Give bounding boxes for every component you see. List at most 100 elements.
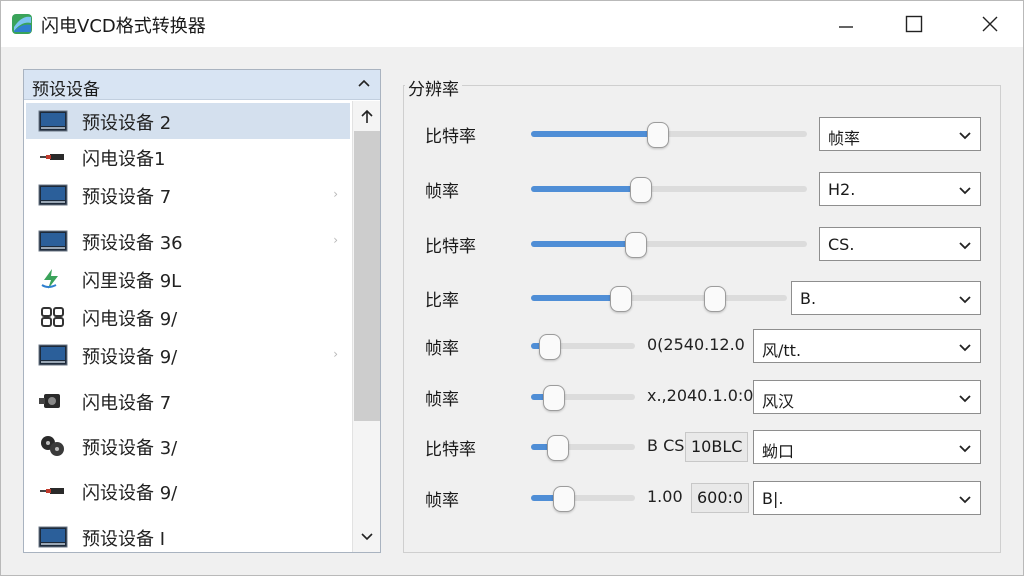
chevron-down-icon [958,183,972,202]
minimize-icon [839,26,853,28]
setting-dropdown[interactable]: B. [791,281,981,315]
slider-thumb[interactable] [538,334,561,360]
setting-dropdown[interactable]: CS. [819,227,981,261]
chevron-right-icon: › [333,187,338,201]
maximize-icon [905,15,923,33]
chevron-down-icon [958,128,972,147]
title-bar: 闪电VCD格式转换器 [1,1,1023,47]
list-item[interactable]: 闪里设备 9L [26,261,350,297]
list-item[interactable]: 闪设设备 9/ [26,473,350,509]
chevron-down-icon [361,533,373,541]
list-item-label: 闪电设备 9/ [82,309,178,330]
setting-value-box[interactable]: 10BLC [685,432,749,462]
list-item[interactable]: 闪电设备1 [26,139,350,175]
preset-list-title: 预设设备 [32,80,100,100]
setting-slider[interactable] [531,286,787,312]
setting-dropdown[interactable]: 蚴口 [753,430,981,464]
setting-label: 比率 [425,291,459,311]
arrow-up-icon [361,109,373,123]
dropdown-value: 风汉 [762,392,795,411]
setting-dropdown[interactable]: H2. [819,172,981,206]
list-item[interactable]: 闪电设备 7 [26,383,350,419]
setting-value-readout: 0(2540.12.0 [647,335,745,354]
cable-icon [38,479,68,503]
setting-slider[interactable] [531,334,635,360]
window-title: 闪电VCD格式转换器 [41,16,206,37]
list-item-label: 闪电设备 7 [82,393,172,414]
list-item-label: 闪电设备1 [82,149,166,170]
monitor-icon [38,183,68,207]
list-item[interactable]: 预设设备 2 [26,103,350,139]
slider-fill [531,241,636,247]
list-scrollbar[interactable] [352,101,380,552]
setting-label: 帧率 [425,390,459,410]
list-item-label: 预设设备 2 [82,113,172,134]
chevron-up-icon [358,79,370,87]
setting-label: 比特率 [425,127,476,147]
lightning-icon [38,267,68,291]
resolution-group-title: 分辨率 [405,75,462,100]
setting-dropdown[interactable]: 风汉 [753,380,981,414]
chevron-down-icon [958,340,972,359]
slider-thumb[interactable] [542,385,565,411]
slider-thumb[interactable] [624,232,647,258]
dropdown-value: B|. [762,489,784,508]
chevron-down-icon [958,238,972,257]
slider-thumb[interactable] [609,286,632,312]
setting-slider[interactable] [531,177,807,203]
minimize-button[interactable] [823,9,869,39]
close-button[interactable] [967,9,1013,39]
list-item-label: 预设设备 I [82,529,166,550]
chevron-down-icon [958,441,972,460]
setting-dropdown[interactable]: 帧率 [819,117,981,151]
list-item[interactable]: 预设设备 36 › [26,223,350,259]
dropdown-value: 帧率 [828,129,861,148]
scroll-down-button[interactable] [353,525,380,549]
list-item[interactable]: 闪电设备 9/ [26,299,350,335]
maximize-button[interactable] [891,9,937,39]
setting-value-readout: B CS [647,436,685,455]
reel-icon [38,434,68,458]
slider-fill [531,131,658,137]
setting-slider[interactable] [531,435,635,461]
slider-thumb[interactable] [630,177,653,203]
setting-dropdown[interactable]: 风/tt. [753,329,981,363]
list-item[interactable]: 预设设备 I [26,519,350,552]
setting-slider[interactable] [531,232,807,258]
list-item-label: 预设设备 36 [82,233,183,254]
close-icon [982,16,998,32]
setting-label: 比特率 [425,440,476,460]
scroll-up-button[interactable] [353,105,380,129]
chevron-down-icon [958,391,972,410]
list-item[interactable]: 预设设备 9/ › [26,337,350,373]
setting-slider[interactable] [531,385,635,411]
setting-dropdown[interactable]: B|. [753,481,981,515]
setting-label: 帧率 [425,182,459,202]
slider-thumb-secondary[interactable] [704,286,727,312]
slider-thumb[interactable] [553,486,576,512]
app-logo-icon [12,14,32,34]
preset-list-panel: 预设设备 预设设备 2 闪电设备1 预设设备 7 › 预设设备 36 › 闪里设备 9L 闪电… [23,69,381,553]
list-item-label: 闪设设备 9/ [82,483,178,504]
slider-thumb[interactable] [646,122,669,148]
preset-list-header[interactable]: 预设设备 [24,70,380,100]
setting-value-box[interactable]: 600:0 [691,483,750,513]
monitor-icon [38,343,68,367]
setting-label: 比特率 [425,237,476,257]
cable-icon [38,145,68,169]
preset-list: 预设设备 2 闪电设备1 预设设备 7 › 预设设备 36 › 闪里设备 9L 闪电设备 9/… [24,101,352,552]
grid-icon [38,305,68,329]
setting-slider[interactable] [531,486,635,512]
list-item[interactable]: 预设设备 7 › [26,177,350,213]
dropdown-value: CS. [828,235,855,254]
camera-icon [38,389,68,413]
slider-thumb[interactable] [547,435,570,461]
chevron-down-icon [958,292,972,311]
setting-slider[interactable] [531,122,807,148]
setting-label: 帧率 [425,491,459,511]
list-item[interactable]: 预设设备 3/ [26,428,350,464]
scroll-thumb[interactable] [354,131,380,421]
slider-fill [531,186,642,192]
dropdown-value: B. [800,289,817,308]
app-window: 闪电VCD格式转换器 预设设备 预设设备 2 闪电设备1 预设设备 7 › 预设设备 3… [0,0,1024,576]
